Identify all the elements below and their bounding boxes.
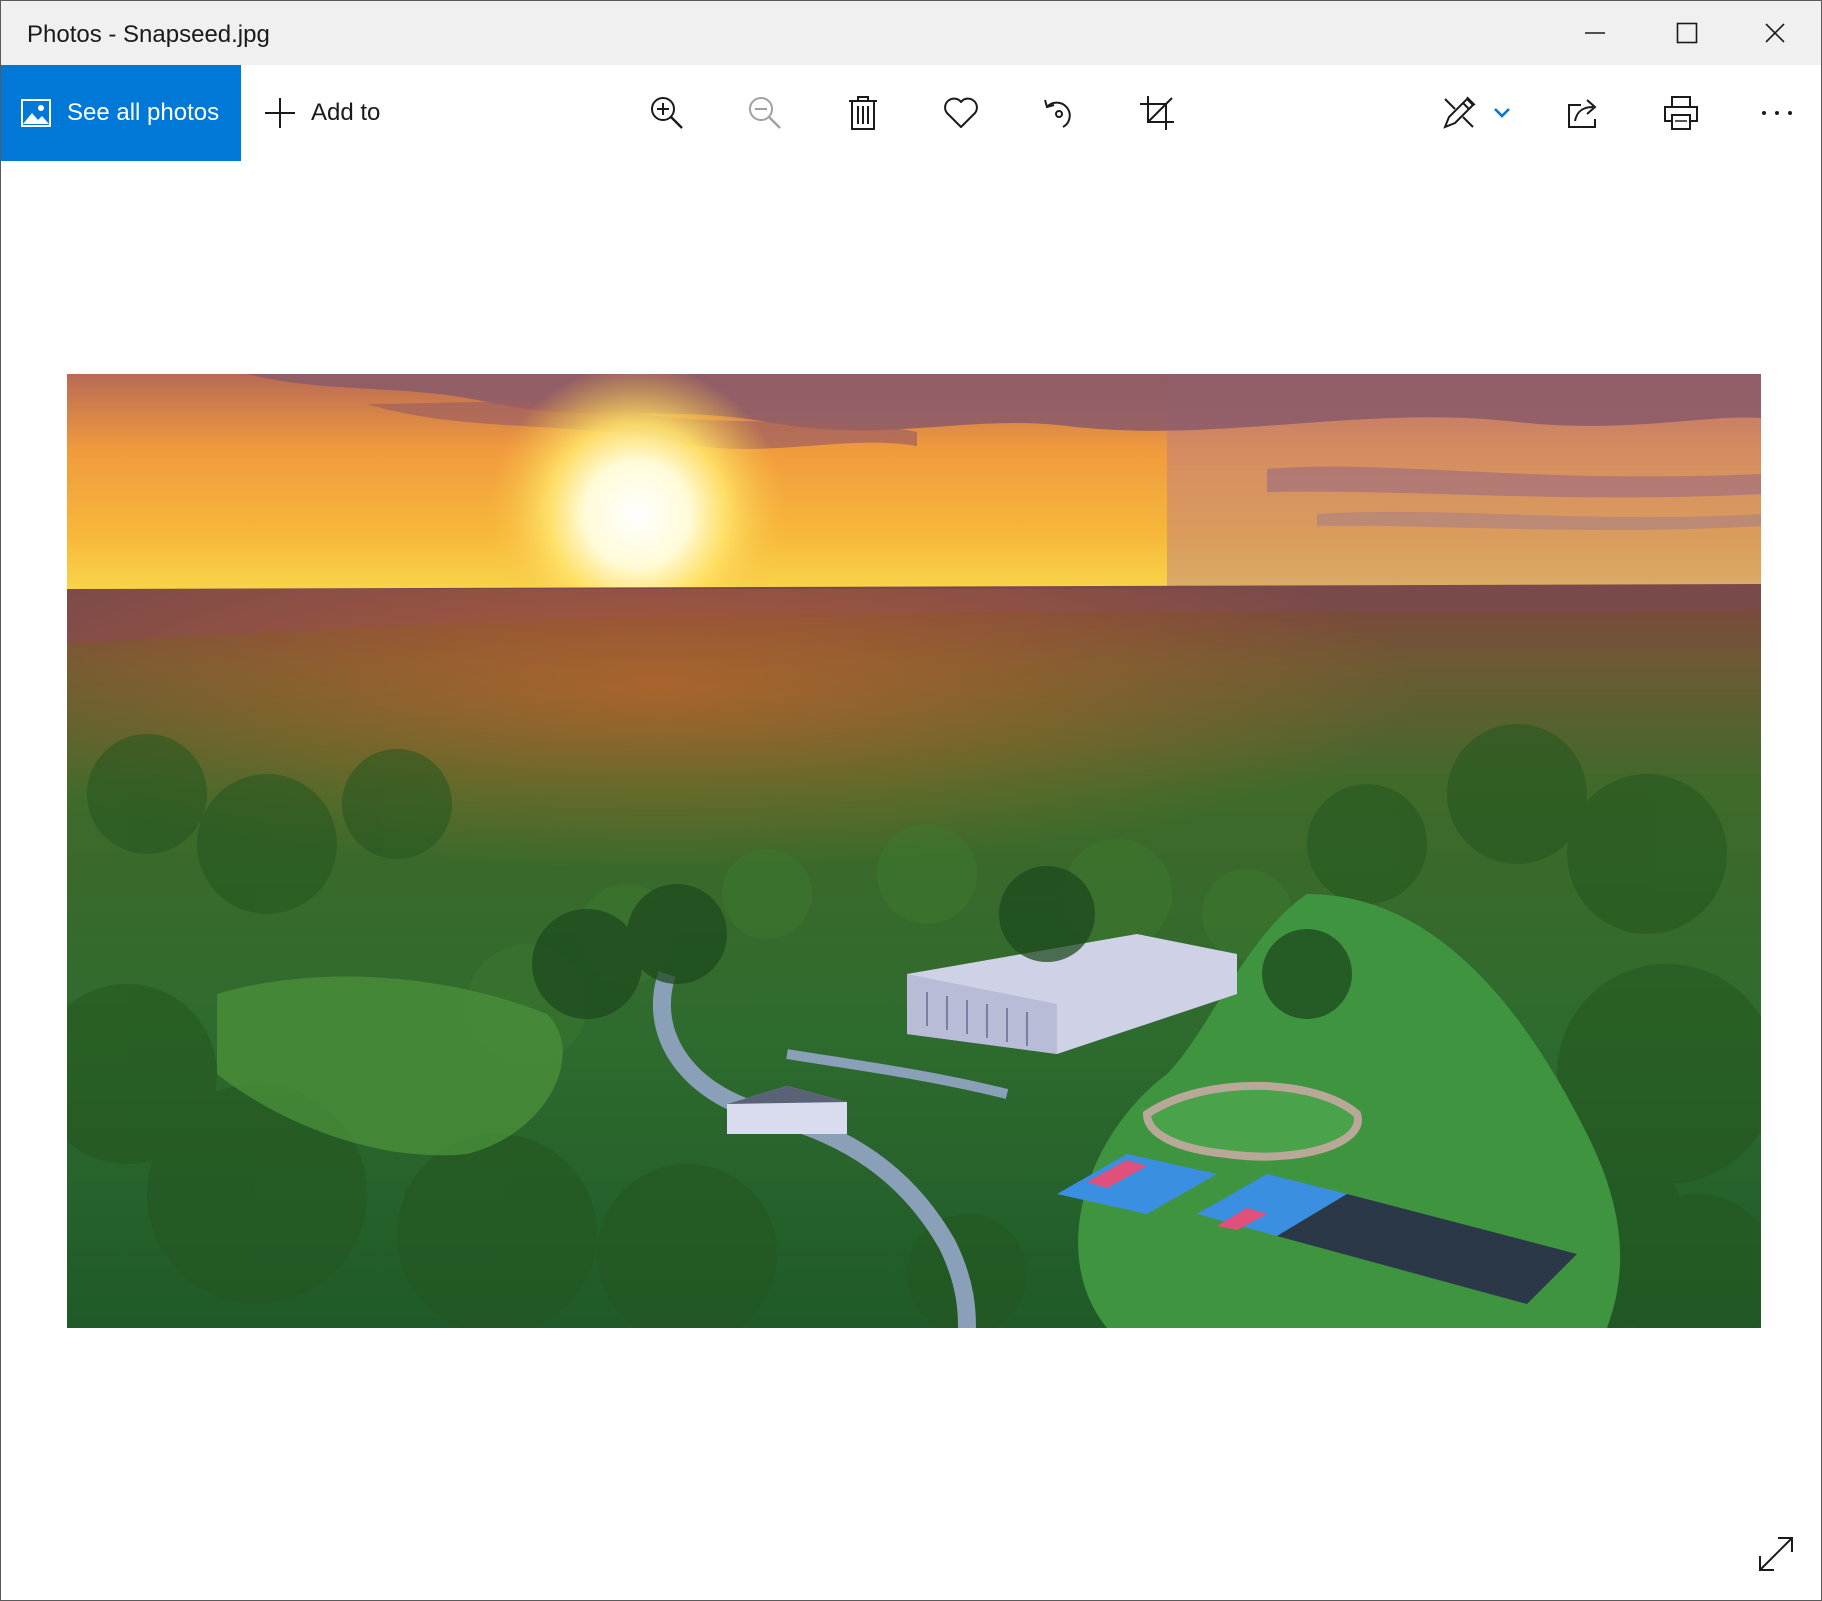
minimize-button[interactable] — [1549, 1, 1641, 65]
crop-icon — [1140, 96, 1174, 130]
maximize-icon — [1676, 22, 1698, 44]
more-options-button[interactable] — [1747, 83, 1807, 143]
zoom-out-button[interactable] — [735, 83, 795, 143]
rotate-button[interactable] — [1029, 83, 1089, 143]
photos-app-window: Photos - Snapseed.jpg See all photos Add… — [0, 0, 1822, 1601]
aerial-sunset-photo — [67, 374, 1761, 1328]
window-title: Photos - Snapseed.jpg — [27, 21, 270, 48]
title-bar: Photos - Snapseed.jpg — [1, 1, 1821, 65]
zoom-in-icon — [651, 97, 683, 129]
zoom-in-button[interactable] — [637, 83, 697, 143]
delete-button[interactable] — [833, 83, 893, 143]
fullscreen-button[interactable] — [1751, 1529, 1801, 1579]
share-icon — [1568, 99, 1597, 128]
delete-icon — [849, 96, 877, 130]
edit-create-icon — [1443, 96, 1476, 129]
plus-icon — [265, 98, 295, 128]
close-icon — [1765, 23, 1785, 43]
print-icon — [1664, 96, 1698, 130]
add-to-label: Add to — [311, 99, 381, 126]
photo-icon — [21, 99, 51, 127]
see-all-photos-button[interactable]: See all photos — [1, 65, 241, 161]
crop-button[interactable] — [1127, 83, 1187, 143]
maximize-button[interactable] — [1641, 1, 1733, 65]
photo-viewer-image[interactable] — [67, 374, 1761, 1328]
share-button[interactable] — [1553, 83, 1613, 143]
chevron-down-icon — [1494, 108, 1510, 118]
minimize-icon — [1585, 32, 1605, 34]
favorite-button[interactable] — [931, 83, 991, 143]
fullscreen-expand-icon — [1759, 1537, 1793, 1571]
edit-create-button[interactable] — [1429, 83, 1489, 143]
close-button[interactable] — [1729, 1, 1821, 65]
zoom-out-icon — [749, 97, 781, 129]
command-bar: See all photos Add to — [1, 65, 1821, 161]
print-button[interactable] — [1651, 83, 1711, 143]
rotate-icon — [1044, 99, 1071, 128]
see-all-photos-label: See all photos — [67, 99, 220, 126]
add-to-button[interactable]: Add to — [263, 65, 380, 161]
edit-create-dropdown[interactable] — [1485, 83, 1519, 143]
more-options-icon — [1762, 111, 1792, 115]
favorite-heart-icon — [944, 97, 978, 128]
